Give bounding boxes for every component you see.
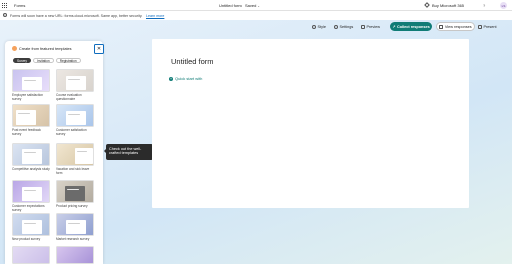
gear-icon <box>334 25 338 29</box>
template-card[interactable]: Customer satisfaction survey <box>56 104 94 137</box>
top-bar: Forms Untitled form - Saved Buy Microsof… <box>0 0 512 11</box>
diamond-icon <box>424 2 430 8</box>
template-card[interactable]: Competitive analysis study <box>12 143 50 172</box>
template-card[interactable]: New product survey <box>12 213 50 242</box>
chip-invitation[interactable]: Invitation <box>32 58 54 63</box>
collect-responses-button[interactable]: ↗ Collect responses <box>390 22 432 31</box>
template-thumbnail <box>56 69 94 92</box>
panel-title: Create from featured templates <box>19 46 72 51</box>
template-thumbnail <box>12 104 50 127</box>
learn-more-link[interactable]: Learn more <box>146 14 164 18</box>
form-title[interactable]: Untitled form <box>171 57 214 66</box>
template-thumbnail <box>12 180 50 203</box>
template-card[interactable]: Vacation and sick leave form <box>56 143 94 176</box>
quick-start-button[interactable]: + Quick start with <box>169 76 202 81</box>
palette-icon <box>312 25 316 29</box>
template-thumbnail <box>12 246 50 264</box>
banner-text: Forms will soon have a new URL: forms.cl… <box>10 13 143 18</box>
preview-button[interactable]: Preview <box>361 25 380 29</box>
templates-panel: Create from featured templates ✕ Survey … <box>5 41 104 264</box>
template-category-chips: Survey Invitation Registration <box>13 58 81 63</box>
preview-label: Preview <box>366 25 381 29</box>
template-thumbnail <box>12 69 50 92</box>
notice-banner: i Forms will soon have a new URL: forms.… <box>0 11 512 20</box>
template-card[interactable]: Course evaluation questionnaire <box>56 69 94 102</box>
share-icon: ↗ <box>392 25 396 29</box>
template-card[interactable] <box>56 246 94 264</box>
template-label: Course evaluation questionnaire <box>56 93 82 101</box>
style-label: Style <box>317 25 326 29</box>
templates-tooltip: Check out the well-crafted templates <box>104 144 153 160</box>
app-launcher-icon[interactable] <box>2 3 7 8</box>
add-icon: + <box>169 76 173 81</box>
view-responses-label: View responses <box>444 24 472 29</box>
present-icon <box>478 24 482 29</box>
template-thumbnail <box>12 213 50 236</box>
chip-registration[interactable]: Registration <box>55 58 81 63</box>
help-icon[interactable]: ? <box>483 3 485 8</box>
template-thumbnail <box>56 180 94 203</box>
template-label: Competitive analysis study <box>12 167 50 171</box>
form-canvas: Untitled form + Quick start with <box>152 39 469 208</box>
template-label: Customer satisfaction survey <box>56 128 87 136</box>
collect-responses-label: Collect responses <box>396 24 430 29</box>
chip-survey[interactable]: Survey <box>13 58 31 63</box>
template-thumbnail <box>56 246 94 264</box>
template-card[interactable]: Employee satisfaction survey <box>12 69 50 102</box>
sparkle-icon <box>12 46 17 51</box>
save-status[interactable]: Saved <box>245 3 260 8</box>
settings-label: Settings <box>339 25 354 29</box>
template-label: Market research survey <box>56 237 90 241</box>
template-label: Product pricing survey <box>56 204 88 208</box>
buy-microsoft-365-link[interactable]: Buy Microsoft 365 <box>432 3 464 8</box>
present-button[interactable]: Present <box>478 24 497 29</box>
template-thumbnail <box>56 213 94 236</box>
template-label: New product survey <box>12 237 41 241</box>
template-thumbnail <box>12 143 50 166</box>
eye-icon <box>361 25 365 29</box>
close-panel-button[interactable]: ✕ <box>94 44 104 54</box>
document-title[interactable]: Untitled form <box>219 3 242 8</box>
settings-button[interactable]: Settings <box>334 25 353 29</box>
avatar[interactable]: LS <box>500 2 507 9</box>
present-label: Present <box>483 24 497 29</box>
template-card[interactable]: Market research survey <box>56 213 94 242</box>
template-card[interactable]: Post event feedback survey <box>12 104 50 137</box>
template-label: Employee satisfaction survey <box>12 93 44 101</box>
responses-icon <box>439 24 444 29</box>
template-card[interactable] <box>12 246 50 264</box>
template-label: Vacation and sick leave form <box>56 167 90 175</box>
style-button[interactable]: Style <box>312 25 326 29</box>
view-responses-button[interactable]: View responses <box>436 22 475 31</box>
template-label: Customer expectations survey <box>12 204 45 212</box>
template-thumbnail <box>56 143 94 166</box>
template-label: Post event feedback survey <box>12 128 41 136</box>
template-card[interactable]: Product pricing survey <box>56 180 94 209</box>
template-card[interactable]: Customer expectations survey <box>12 180 50 213</box>
app-name[interactable]: Forms <box>14 3 25 8</box>
template-thumbnail <box>56 104 94 127</box>
title-separator: - <box>240 3 242 8</box>
quick-start-label: Quick start with <box>175 76 203 81</box>
info-icon: i <box>3 13 7 17</box>
